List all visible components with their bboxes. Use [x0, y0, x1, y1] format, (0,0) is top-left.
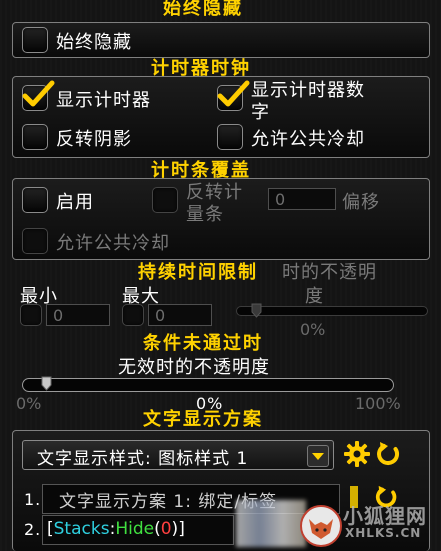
- section-title-text: 文字显示方案: [143, 409, 263, 430]
- invalid-opacity-label: 无效时的不透明度: [118, 357, 270, 378]
- row2-close-bracket: ]: [178, 519, 185, 539]
- reverse-bar-checkbox[interactable]: [152, 187, 178, 213]
- slider-max-label: 100%: [355, 394, 401, 413]
- row1-index: 1.: [24, 490, 42, 509]
- reverse-shadow-checkbox[interactable]: [22, 124, 48, 150]
- blurred-region: [236, 500, 306, 547]
- always-hide-label: 始终隐藏: [56, 32, 132, 53]
- checkmark-icon: [22, 80, 55, 107]
- ghost-opacity-title-2: 度: [305, 286, 324, 307]
- row2-index: 2.: [24, 520, 42, 539]
- section-title-condition: 条件未通过时: [143, 333, 263, 354]
- show-timer-label: 显示计时器: [56, 90, 151, 111]
- watermark-url: XHLKS.CN: [345, 526, 422, 540]
- row2-stacks: Stacks: [53, 519, 110, 539]
- always-hide-checkbox[interactable]: [22, 27, 48, 53]
- min-checkbox[interactable]: [20, 304, 42, 326]
- text-style-dropdown[interactable]: 文字显示样式: 图标样式 1: [22, 440, 334, 470]
- slider-min-label: 0%: [16, 394, 42, 413]
- checkmark-icon: [217, 80, 250, 107]
- chevron-down-icon[interactable]: [307, 445, 329, 467]
- section-title-hide: 始终隐藏: [163, 0, 243, 19]
- slider-thumb-icon[interactable]: [41, 376, 52, 391]
- offset-input[interactable]: 0: [268, 188, 336, 210]
- fox-logo-icon: [300, 505, 342, 547]
- ghost-opacity-percent: 0%: [300, 320, 326, 339]
- text-scheme-row2[interactable]: [Stacks:Hide(0)]: [42, 515, 234, 545]
- show-timer-number-checkbox[interactable]: [217, 80, 250, 111]
- reset-icon[interactable]: [375, 440, 403, 468]
- watermark-title: 小狐狸网: [343, 504, 427, 528]
- enable-checkbox[interactable]: [22, 187, 48, 213]
- allow-gcd-checkbox[interactable]: [217, 124, 243, 150]
- row2-open-bracket: [: [47, 519, 54, 539]
- section-title-duration: 持续时间限制: [138, 262, 258, 283]
- ghost-opacity-title: 时的不透明: [282, 262, 377, 283]
- text-style-dropdown-label: 文字显示样式: 图标样式 1: [37, 449, 249, 469]
- max-input[interactable]: 0: [148, 304, 212, 326]
- show-timer-number-label-2: 字: [251, 102, 270, 123]
- allow-gcd-2-checkbox[interactable]: [22, 228, 48, 254]
- offset-label: 偏移: [342, 192, 380, 213]
- allow-gcd-label: 允许公共冷却: [251, 129, 365, 150]
- invalid-opacity-slider[interactable]: [22, 376, 394, 392]
- allow-gcd-2-label: 允许公共冷却: [56, 233, 170, 254]
- enable-label: 启用: [56, 192, 94, 213]
- gear-icon[interactable]: [343, 440, 371, 468]
- row2-paren-open: (: [154, 519, 161, 539]
- min-input[interactable]: 0: [46, 304, 110, 326]
- row2-number: 0: [160, 519, 172, 539]
- slider-thumb-icon: [251, 303, 262, 318]
- row2-hide: Hide: [115, 519, 155, 539]
- show-timer-checkbox[interactable]: [22, 80, 55, 111]
- reverse-shadow-label: 反转阴影: [56, 129, 132, 150]
- ghost-opacity-slider[interactable]: [236, 303, 428, 318]
- max-checkbox[interactable]: [122, 304, 144, 326]
- reverse-bar-label-2: 量条: [186, 204, 224, 225]
